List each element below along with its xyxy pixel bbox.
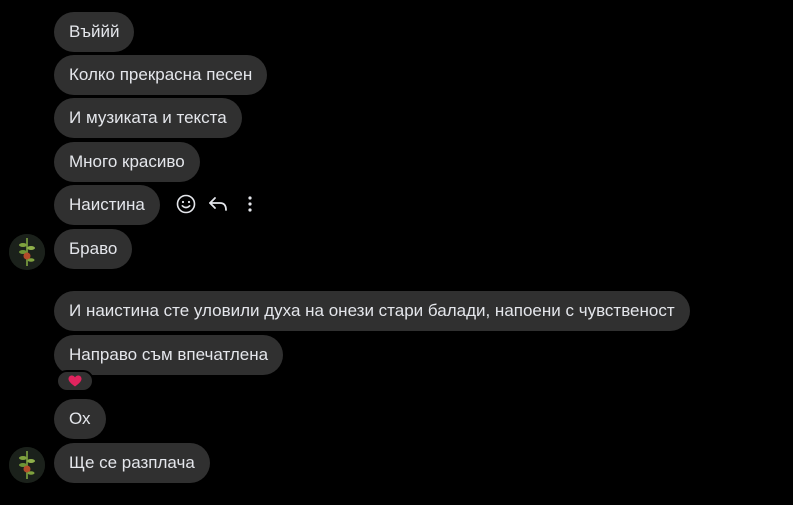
- message-text: И музиката и текста: [69, 108, 227, 127]
- message-actions-bar: [174, 192, 270, 216]
- message-bubble-hovered[interactable]: Наистина: [54, 185, 160, 225]
- message-bubble[interactable]: Ох: [54, 399, 106, 439]
- reaction-badge[interactable]: [56, 370, 94, 392]
- message-text: И наистина сте уловили духа на онези ста…: [69, 301, 675, 320]
- message-text: Въййй: [69, 22, 120, 41]
- message-bubble[interactable]: Браво: [54, 229, 133, 269]
- message-bubble[interactable]: И наистина сте уловили духа на онези ста…: [54, 291, 690, 331]
- message-bubble[interactable]: Много красиво: [54, 142, 200, 182]
- message-text: Ще се разплача: [69, 453, 195, 472]
- message-bubble[interactable]: Ще се разплача: [54, 443, 210, 483]
- reply-button[interactable]: [206, 192, 230, 216]
- message-bubble[interactable]: Направо съм впечатлена: [54, 335, 284, 375]
- message-text: Ох: [69, 409, 91, 428]
- more-options-button[interactable]: [238, 192, 262, 216]
- avatar[interactable]: [9, 234, 45, 270]
- message-text: Наистина: [69, 195, 145, 214]
- avatar-image: [9, 447, 45, 483]
- message-text: Колко прекрасна песен: [69, 65, 253, 84]
- heart-icon: [68, 375, 82, 387]
- message-text: Много красиво: [69, 152, 185, 171]
- message-text: Браво: [69, 239, 118, 258]
- reply-icon: [209, 197, 227, 211]
- more-vertical-icon: [248, 196, 252, 212]
- message-text: Направо съм впечатлена: [69, 345, 269, 364]
- message-bubble[interactable]: Колко прекрасна песен: [54, 55, 268, 95]
- react-button[interactable]: [174, 192, 198, 216]
- chat-thread: Въййй Колко прекрасна песен И музиката и…: [0, 0, 793, 505]
- avatar-image: [9, 234, 45, 270]
- message-bubble[interactable]: Въййй: [54, 12, 135, 52]
- smiley-icon: [176, 194, 196, 214]
- message-bubble[interactable]: И музиката и текста: [54, 98, 242, 138]
- avatar[interactable]: [9, 447, 45, 483]
